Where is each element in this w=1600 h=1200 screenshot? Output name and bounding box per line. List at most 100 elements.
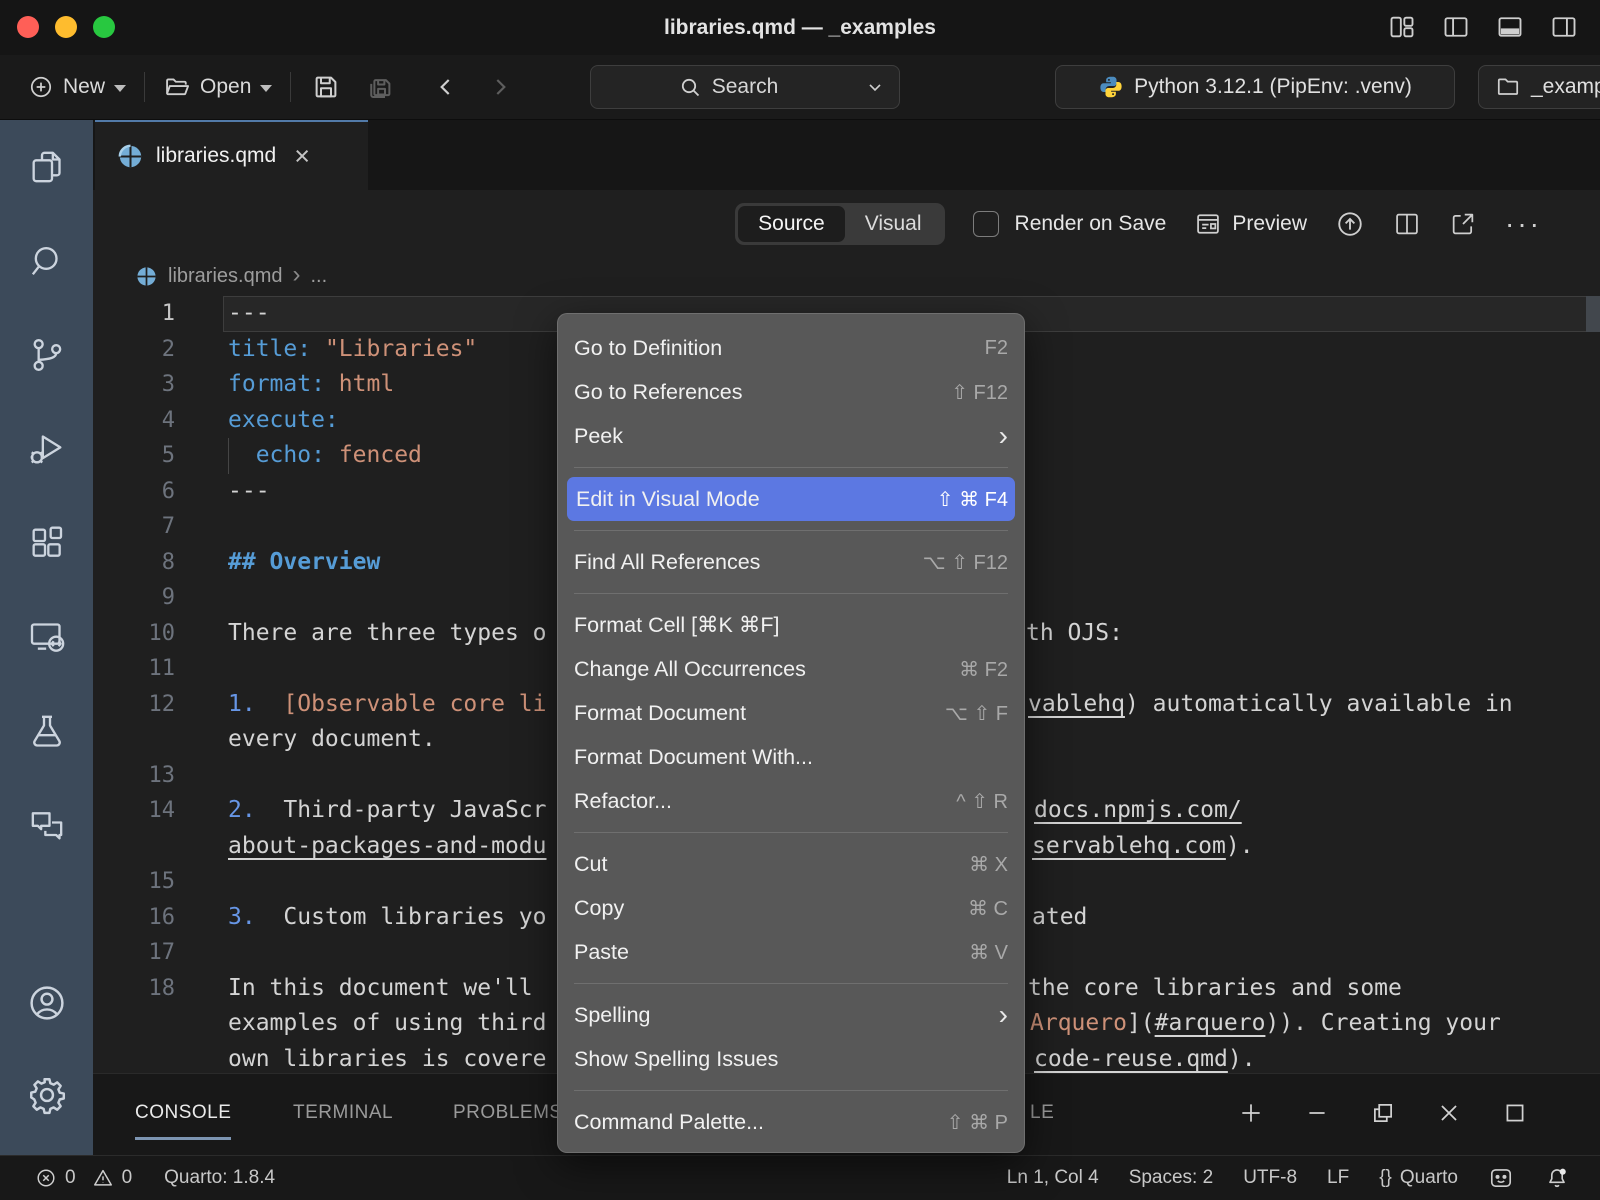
workspace-button[interactable]: _examples	[1478, 65, 1600, 109]
save-icon[interactable]	[299, 72, 353, 102]
panel-maximize-icon[interactable]	[1502, 1100, 1528, 1126]
menu-item-command-palette[interactable]: Command Palette...⇧ ⌘ P	[558, 1100, 1024, 1144]
chevron-down-icon	[114, 85, 126, 92]
menu-item-shortcut: ⌥ ⇧ F12	[923, 550, 1008, 575]
breadcrumb[interactable]: libraries.qmd › ...	[93, 257, 1600, 296]
line-number: 3	[93, 367, 175, 403]
toggle-secondary-sidebar-icon[interactable]	[1550, 13, 1578, 41]
new-button[interactable]: New	[18, 74, 136, 100]
warning-icon	[92, 1167, 114, 1189]
eol-status[interactable]: LF	[1327, 1167, 1349, 1189]
visual-mode-button[interactable]: Visual	[845, 206, 942, 242]
code-text: format: html	[228, 367, 394, 403]
interpreter-selector-button[interactable]: Python 3.12.1 (PipEnv: .venv)	[1055, 65, 1455, 109]
sidebar-item-source-control[interactable]	[27, 308, 67, 402]
menu-item-peek[interactable]: Peek›	[558, 414, 1024, 458]
feedback-smiley-icon[interactable]	[1488, 1165, 1514, 1191]
app-window: libraries.qmd — _examples New	[0, 0, 1600, 1200]
submenu-arrow-icon: ›	[999, 1001, 1008, 1029]
sidebar-item-run-debug[interactable]	[27, 402, 67, 496]
indentation-status[interactable]: Spaces: 2	[1129, 1167, 1214, 1189]
sidebar-item-comments[interactable]	[27, 778, 67, 872]
menu-item-cut[interactable]: Cut⌘ X	[558, 842, 1024, 886]
menu-item-paste[interactable]: Paste⌘ V	[558, 930, 1024, 974]
menu-item-format-document[interactable]: Format Document⌥ ⇧ F	[558, 691, 1024, 735]
panel-tab-problems[interactable]: PROBLEMS	[453, 1074, 563, 1152]
sidebar-item-explorer[interactable]	[27, 120, 67, 214]
close-tab-icon[interactable]: ×	[294, 143, 310, 170]
render-on-save-checkbox[interactable]	[973, 211, 999, 237]
menu-item-go-to-definition[interactable]: Go to DefinitionF2	[558, 326, 1024, 370]
menu-item-go-to-references[interactable]: Go to References⇧ F12	[558, 370, 1024, 414]
code-text: ## Overview	[228, 545, 380, 581]
split-editor-icon[interactable]	[1393, 210, 1421, 238]
customize-layout-icon[interactable]	[1388, 13, 1416, 41]
code-text: own libraries is covere	[228, 1042, 547, 1078]
menu-item-copy[interactable]: Copy⌘ C	[558, 886, 1024, 930]
sidebar-item-search[interactable]	[27, 214, 67, 308]
language-mode-status[interactable]: {} Quarto	[1379, 1167, 1458, 1189]
settings-button[interactable]	[26, 1049, 68, 1155]
open-button[interactable]: Open	[153, 73, 282, 101]
publish-icon[interactable]	[1335, 209, 1365, 239]
code-text: ---	[228, 474, 270, 510]
scrollbar-thumb[interactable]	[1586, 296, 1600, 332]
panel-minimize-icon[interactable]	[1304, 1100, 1330, 1126]
sidebar-item-extensions[interactable]	[27, 496, 67, 590]
notifications-bell-icon[interactable]	[1544, 1165, 1570, 1191]
menu-separator	[574, 593, 1008, 594]
quarto-file-icon	[117, 143, 144, 170]
menu-item-shortcut: ⌥ ⇧ F	[945, 701, 1008, 726]
interpreter-label: Python 3.12.1 (PipEnv: .venv)	[1134, 75, 1412, 99]
menu-item-refactor[interactable]: Refactor...^ ⇧ R	[558, 779, 1024, 823]
source-mode-button[interactable]: Source	[738, 206, 845, 242]
gear-icon	[26, 1074, 68, 1116]
remote-console-icon	[27, 617, 67, 657]
encoding-status[interactable]: UTF-8	[1243, 1167, 1297, 1189]
problems-status[interactable]: 0 0	[35, 1167, 132, 1189]
menu-item-show-spelling-issues[interactable]: Show Spelling Issues	[558, 1037, 1024, 1081]
line-number: 15	[93, 864, 175, 900]
line-number: 2	[93, 332, 175, 368]
navigate-forward-icon	[475, 74, 525, 100]
line-number: 5	[93, 438, 175, 474]
save-all-icon	[353, 72, 407, 102]
quarto-version-status[interactable]: Quarto: 1.8.4	[164, 1167, 275, 1189]
tab-libraries-qmd[interactable]: libraries.qmd ×	[95, 120, 368, 190]
search-icon	[27, 241, 67, 281]
panel-tab-console[interactable]: CONSOLE	[135, 1074, 231, 1152]
sidebar-item-remote-console[interactable]	[27, 590, 67, 684]
code-text-fragment: ated	[1032, 900, 1087, 936]
menu-item-find-all-references[interactable]: Find All References⌥ ⇧ F12	[558, 540, 1024, 584]
navigate-back-icon[interactable]	[407, 74, 475, 100]
open-in-window-icon[interactable]	[1449, 210, 1477, 238]
menu-item-label: Cut	[574, 852, 969, 877]
menu-item-spelling[interactable]: Spelling›	[558, 993, 1024, 1037]
menu-item-format-cell-k-f[interactable]: Format Cell [⌘K ⌘F]	[558, 603, 1024, 647]
code-text: There are three types o	[228, 616, 547, 652]
account-button[interactable]	[26, 957, 68, 1049]
menu-item-shortcut: ⌘ X	[969, 852, 1008, 877]
toggle-sidebar-icon[interactable]	[1442, 13, 1470, 41]
cursor-position-status[interactable]: Ln 1, Col 4	[1007, 1167, 1099, 1189]
toggle-panel-icon[interactable]	[1496, 13, 1524, 41]
breadcrumb-file[interactable]: libraries.qmd	[168, 265, 282, 288]
search-input[interactable]: Search	[590, 65, 900, 109]
preview-button[interactable]: Preview	[1194, 210, 1307, 238]
menu-item-edit-in-visual-mode[interactable]: Edit in Visual Mode⇧ ⌘ F4	[567, 477, 1015, 521]
sidebar-item-testing[interactable]	[27, 684, 67, 778]
menu-item-label: Go to References	[574, 380, 951, 405]
panel-close-icon[interactable]	[1436, 1100, 1462, 1126]
menu-item-format-document-with[interactable]: Format Document With...	[558, 735, 1024, 779]
panel-plus-icon[interactable]	[1238, 1100, 1264, 1126]
code-text: execute:	[228, 403, 339, 439]
breadcrumb-ellipsis[interactable]: ...	[310, 265, 327, 288]
tab-label: libraries.qmd	[156, 144, 276, 168]
panel-tab-terminal[interactable]: TERMINAL	[293, 1074, 393, 1152]
more-actions-icon[interactable]: ···	[1505, 208, 1542, 240]
panel-restore-icon[interactable]	[1370, 1100, 1396, 1126]
panel-tab-clipped[interactable]: LE	[1030, 1074, 1054, 1152]
menu-item-change-all-occurrences[interactable]: Change All Occurrences⌘ F2	[558, 647, 1024, 691]
chevron-down-icon[interactable]	[865, 77, 885, 97]
code-text: about-packages-and-modu	[228, 829, 547, 865]
